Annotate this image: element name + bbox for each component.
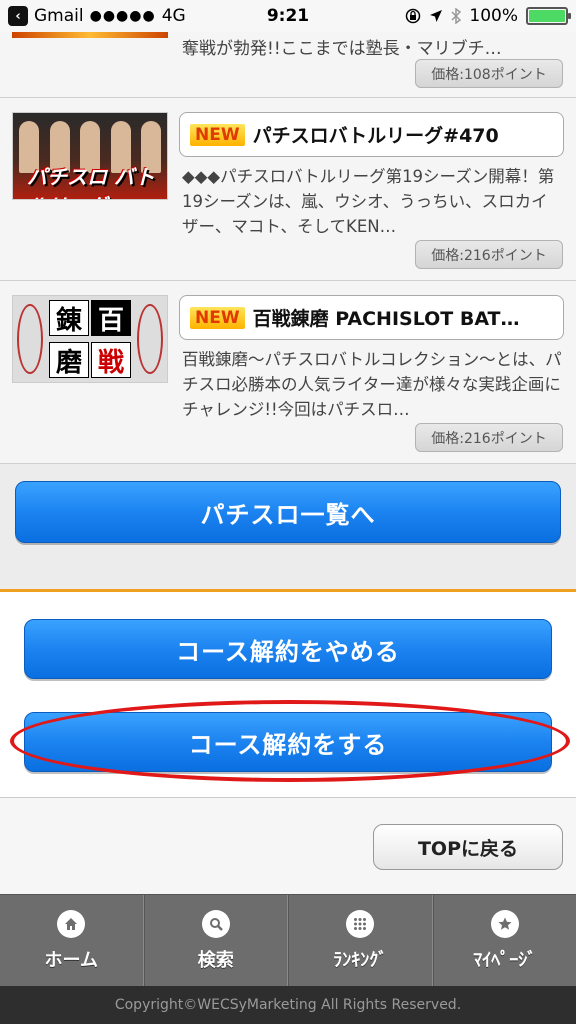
item-title-box[interactable]: NEW 百戦錬磨 PACHISLOT BAT… [179,295,564,340]
back-app-label[interactable]: Gmail [34,6,84,26]
location-arrow-icon [430,10,443,22]
list-item[interactable]: 錬 百 磨 戦 NEW 百戦錬磨 PACHISLOT BAT… 百戦錬磨〜パチス… [0,281,576,464]
copyright-footer: Copyright©WECSyMarketing All Rights Rese… [0,986,576,1024]
tab-mypage[interactable]: ﾏｲﾍﾟｰｼﾞ [432,895,576,986]
kanji-char: 戦 [91,342,131,378]
tab-home[interactable]: ホーム [0,895,144,986]
stop-cancellation-button[interactable]: コース解約をやめる [24,619,552,679]
tab-label: ホーム [44,949,98,971]
tab-label: 検索 [197,949,234,971]
pachislot-list-button[interactable]: パチスロ一覧へ [15,481,561,543]
cancel-course-button[interactable]: コース解約をする [24,712,552,772]
battery-icon [526,7,571,25]
battery-percent: 100% [469,6,518,26]
thumbnail-partial [12,32,168,38]
new-badge: NEW [190,306,245,329]
bottom-tab-bar: ホーム 検索 ﾗﾝｷﾝｸﾞ ﾏｲﾍﾟｰｼﾞ [0,894,576,986]
item-title-box[interactable]: NEW パチスロバトルリーグ#470 [179,112,564,157]
kanji-char: 百 [91,300,131,336]
thumbnail-hyakusen-renma[interactable]: 錬 百 磨 戦 [12,295,168,383]
status-left: ‹ Gmail ●●●●● 4G [8,6,405,26]
bluetooth-icon [451,8,462,24]
list-item-partial[interactable]: 奪戦が勃発!!ここまでは塾長・マリブチ… 価格:108ポイント [0,32,576,98]
price-badge: 価格:108ポイント [415,59,563,88]
price-badge: 価格:216ポイント [415,423,563,452]
tab-label: ﾗﾝｷﾝｸﾞ [333,949,388,971]
kanji-char: 錬 [49,300,89,336]
dragon-ornament [137,304,163,374]
tab-ranking[interactable]: ﾗﾝｷﾝｸﾞ [288,895,433,986]
kanji-char: 磨 [49,342,89,378]
item-description: 奪戦が勃発!!ここまでは塾長・マリブチ… [182,39,502,59]
item-description: ◆◆◆パチスロバトルリーグ第19シーズン開幕！第19シーズンは、嵐、ウシオ、うっ… [182,167,555,236]
list-item[interactable]: パチスロ バトルリーグ NEW パチスロバトルリーグ#470 ◆◆◆パチスロバト… [0,98,576,281]
home-icon [57,909,86,938]
kanji-logo: 錬 百 磨 戦 [47,300,135,380]
back-to-app-icon[interactable]: ‹ [8,6,28,26]
price-badge: 価格:216ポイント [415,240,563,269]
star-icon [490,909,519,938]
grid-icon [346,909,375,938]
lock-rotation-icon [406,8,421,24]
tab-search[interactable]: 検索 [143,895,288,986]
back-to-top-button[interactable]: TOPに戻る [373,824,563,870]
status-bar: ‹ Gmail ●●●●● 4G 9:21 100% [0,0,576,32]
status-right: 100% [405,6,571,26]
dragon-ornament [17,304,43,374]
item-title: 百戦錬磨 PACHISLOT BAT… [252,308,520,330]
search-icon [201,909,230,938]
network-type: 4G [161,6,186,26]
item-title: パチスロバトルリーグ#470 [252,125,499,147]
thumbnail-logo-text: パチスロ バトルリーグ [27,165,155,199]
content-list: 奪戦が勃発!!ここまでは塾長・マリブチ… 価格:108ポイント パチスロ バトル… [0,32,576,464]
thumbnail-battle-league[interactable]: パチスロ バトルリーグ [12,112,168,200]
tab-label: ﾏｲﾍﾟｰｼﾞ [473,949,537,971]
new-badge: NEW [190,123,245,146]
item-description: 百戦錬磨〜パチスロバトルコレクション〜とは、パチスロ必勝本の人気ライター達が様々… [182,350,562,419]
signal-strength: ●●●●● [89,8,156,24]
battery-fill [529,10,565,22]
